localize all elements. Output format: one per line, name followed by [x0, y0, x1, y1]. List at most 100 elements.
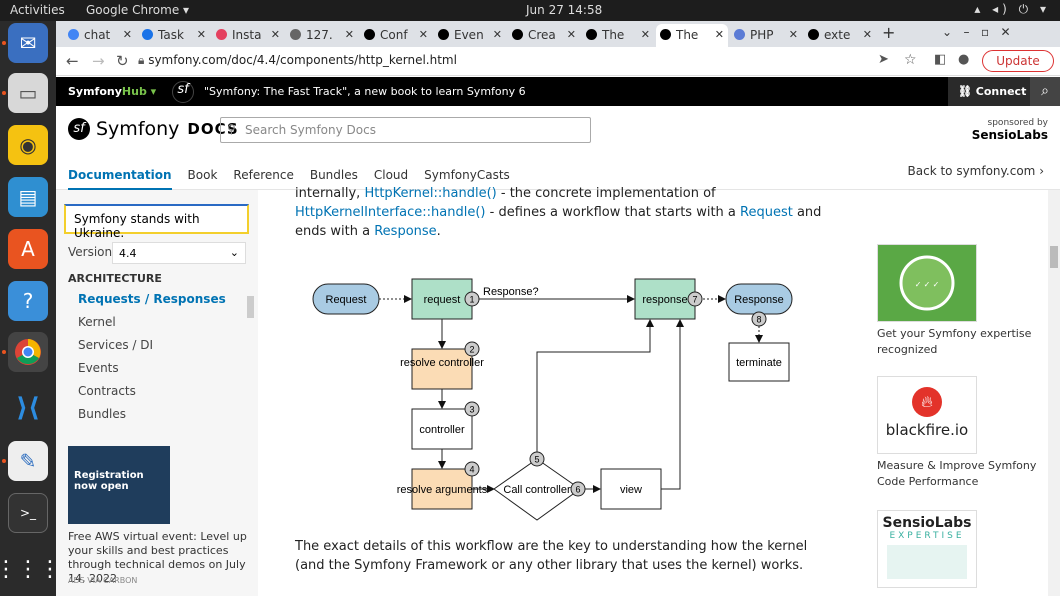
tab-7[interactable]: The ✕ [582, 24, 654, 47]
sensiolabs-ad[interactable]: SensioLabs EXPERTISE [877, 510, 977, 588]
rhythmbox-icon[interactable]: ◉ [8, 125, 48, 165]
share-icon[interactable]: ➤ [878, 52, 889, 67]
running-dot [2, 350, 6, 354]
activities-button[interactable]: Activities [10, 3, 65, 17]
tab-6[interactable]: Crea ✕ [508, 24, 580, 47]
vscode-icon[interactable]: ⟩⟨ [8, 388, 48, 428]
writer-icon[interactable]: ▤ [8, 177, 48, 217]
bookmark-star-icon[interactable]: ☆ [904, 52, 917, 68]
ad-source[interactable]: ADS VIA CARBON [68, 576, 137, 585]
sidebar-item-kernel[interactable]: Kernel [78, 315, 116, 329]
tab-5[interactable]: Even ✕ [434, 24, 506, 47]
files-icon[interactable]: ▭ [8, 73, 48, 113]
tab-9[interactable]: PHP ✕ [730, 24, 802, 47]
tab-0[interactable]: chat ✕ [64, 24, 136, 47]
rc-text: resolve controller [400, 357, 484, 369]
httpkernel-handle-link[interactable]: HttpKernel::handle() [364, 186, 496, 201]
blackfire-text[interactable]: Measure & Improve Symfony Code Performan… [877, 458, 1037, 490]
promo-link[interactable]: "Symfony: The Fast Track", a new book to… [204, 85, 526, 98]
reload-icon[interactable]: ↻ [116, 52, 129, 70]
tab-favicon-icon [512, 29, 523, 40]
tab-8[interactable]: The ✕ [656, 24, 728, 47]
scrollbar-thumb[interactable] [1050, 246, 1058, 268]
httpkernelinterface-handle-link[interactable]: HttpKernelInterface::handle() [295, 205, 485, 220]
terminate-label: terminate [736, 357, 782, 369]
sidebar-item-events[interactable]: Events [78, 361, 119, 375]
ukraine-banner[interactable]: Symfony stands with Ukraine. [64, 204, 249, 240]
sponsor-pre: sponsored by [987, 118, 1048, 128]
new-tab-icon[interactable]: + [882, 23, 895, 42]
menu-item-book[interactable]: Book [188, 168, 218, 190]
request-link[interactable]: Request [740, 205, 793, 220]
profile-icon[interactable]: ● [958, 52, 969, 67]
close-icon[interactable]: ✕ [419, 28, 428, 41]
help-icon[interactable]: ? [8, 281, 48, 321]
search-icon[interactable]: ⌕ [1030, 77, 1060, 106]
apps-grid-icon[interactable]: ⋮⋮⋮ [0, 549, 61, 589]
blackfire-ad[interactable]: 🔥︎ blackfire.io [877, 376, 977, 454]
certification-badge-image[interactable]: ✓ ✓ ✓ [877, 244, 977, 322]
chrome-icon[interactable] [8, 332, 48, 372]
controller-label: controller [419, 424, 465, 436]
tab-4[interactable]: Conf ✕ [360, 24, 432, 47]
text: . [436, 224, 441, 239]
back-arrow-icon[interactable]: ← [66, 52, 79, 70]
window-controls[interactable]: ⌄ – ▫ ✕ [942, 25, 1011, 39]
mail-icon[interactable]: ✉ [8, 23, 48, 63]
sidebar-item-bundles[interactable]: Bundles [78, 407, 126, 421]
tab-10[interactable]: exte ✕ [804, 24, 876, 47]
clock[interactable]: Jun 27 14:58 [526, 3, 602, 17]
docs-search-input[interactable]: ⚲ Search Symfony Docs [220, 117, 591, 143]
intro-paragraph: internally, HttpKernel::handle() - the c… [295, 184, 825, 241]
sidebar-item-services-di[interactable]: Services / DI [78, 338, 153, 352]
page-scrollbar[interactable] [1048, 190, 1060, 596]
url-text: symfony.com/doc/4.4/components/http_kern… [148, 53, 457, 67]
symfonyhub-menu[interactable]: SymfonyHub ▾ [68, 85, 156, 98]
tab-favicon-icon [586, 29, 597, 40]
text-editor-icon[interactable]: ✎ [8, 441, 48, 481]
running-dot [2, 41, 6, 45]
sidebar-item-requests-responses[interactable]: Requests / Responses [78, 292, 226, 306]
close-icon[interactable]: ✕ [197, 28, 206, 41]
close-icon[interactable]: ✕ [123, 28, 132, 41]
close-icon[interactable]: ✕ [641, 28, 650, 41]
search-placeholder: Search Symfony Docs [245, 123, 376, 137]
forward-arrow-icon[interactable]: → [92, 52, 105, 70]
response-link[interactable]: Response [374, 224, 436, 239]
docs-logo[interactable]: sf Symfony DOCS [68, 118, 239, 140]
certification-text[interactable]: Get your Symfony expertise recognized [877, 326, 1037, 358]
tab-1[interactable]: Task ✕ [138, 24, 210, 47]
sponsor[interactable]: sponsored by SensioLabs [972, 118, 1048, 142]
update-button[interactable]: Update [982, 50, 1054, 72]
menu-item-documentation[interactable]: Documentation [68, 168, 172, 190]
tab-2[interactable]: Insta ✕ [212, 24, 284, 47]
tab-favicon-icon [438, 29, 449, 40]
menu-item-reference[interactable]: Reference [233, 168, 293, 190]
ad-image[interactable]: Registration now open [68, 446, 170, 524]
terminal-icon[interactable]: >_ [8, 493, 48, 533]
tab-3[interactable]: 127. ✕ [286, 24, 358, 47]
close-icon[interactable]: ✕ [345, 28, 354, 41]
step-number: 4 [469, 465, 474, 475]
system-tray-icons[interactable]: ▴ ◂) ⏻ ▾ [974, 2, 1050, 17]
version-select[interactable]: 4.4 ⌄ [112, 242, 246, 264]
close-icon[interactable]: ✕ [789, 28, 798, 41]
expertise-label: EXPERTISE [889, 531, 965, 541]
close-icon[interactable]: ✕ [271, 28, 280, 41]
back-to-symfony-link[interactable]: Back to symfony.com › [908, 164, 1044, 178]
hub-a: Symfony [68, 85, 122, 98]
close-icon[interactable]: ✕ [567, 28, 576, 41]
app-menu[interactable]: Google Chrome ▾ [86, 3, 189, 17]
close-icon[interactable]: ✕ [493, 28, 502, 41]
address-bar[interactable]: 🔒︎ symfony.com/doc/4.4/components/http_k… [138, 50, 918, 72]
close-icon[interactable]: ✕ [863, 28, 872, 41]
call-controller-label: Call controller [503, 484, 571, 496]
connect-button[interactable]: ⛓ Connect [948, 77, 1030, 106]
sidepanel-icon[interactable]: ◧ [934, 52, 946, 67]
sidebar-item-contracts[interactable]: Contracts [78, 384, 136, 398]
software-icon[interactable]: A [8, 229, 48, 269]
text: - the concrete implementation of [496, 186, 716, 201]
close-icon[interactable]: ✕ [715, 28, 724, 41]
sidebar-scrollbar[interactable] [247, 296, 254, 318]
tab-strip: chat ✕ Task ✕ Insta ✕ 127. ✕ Conf ✕ Even ✕ Crea ✕ The ✕… [56, 21, 1060, 47]
